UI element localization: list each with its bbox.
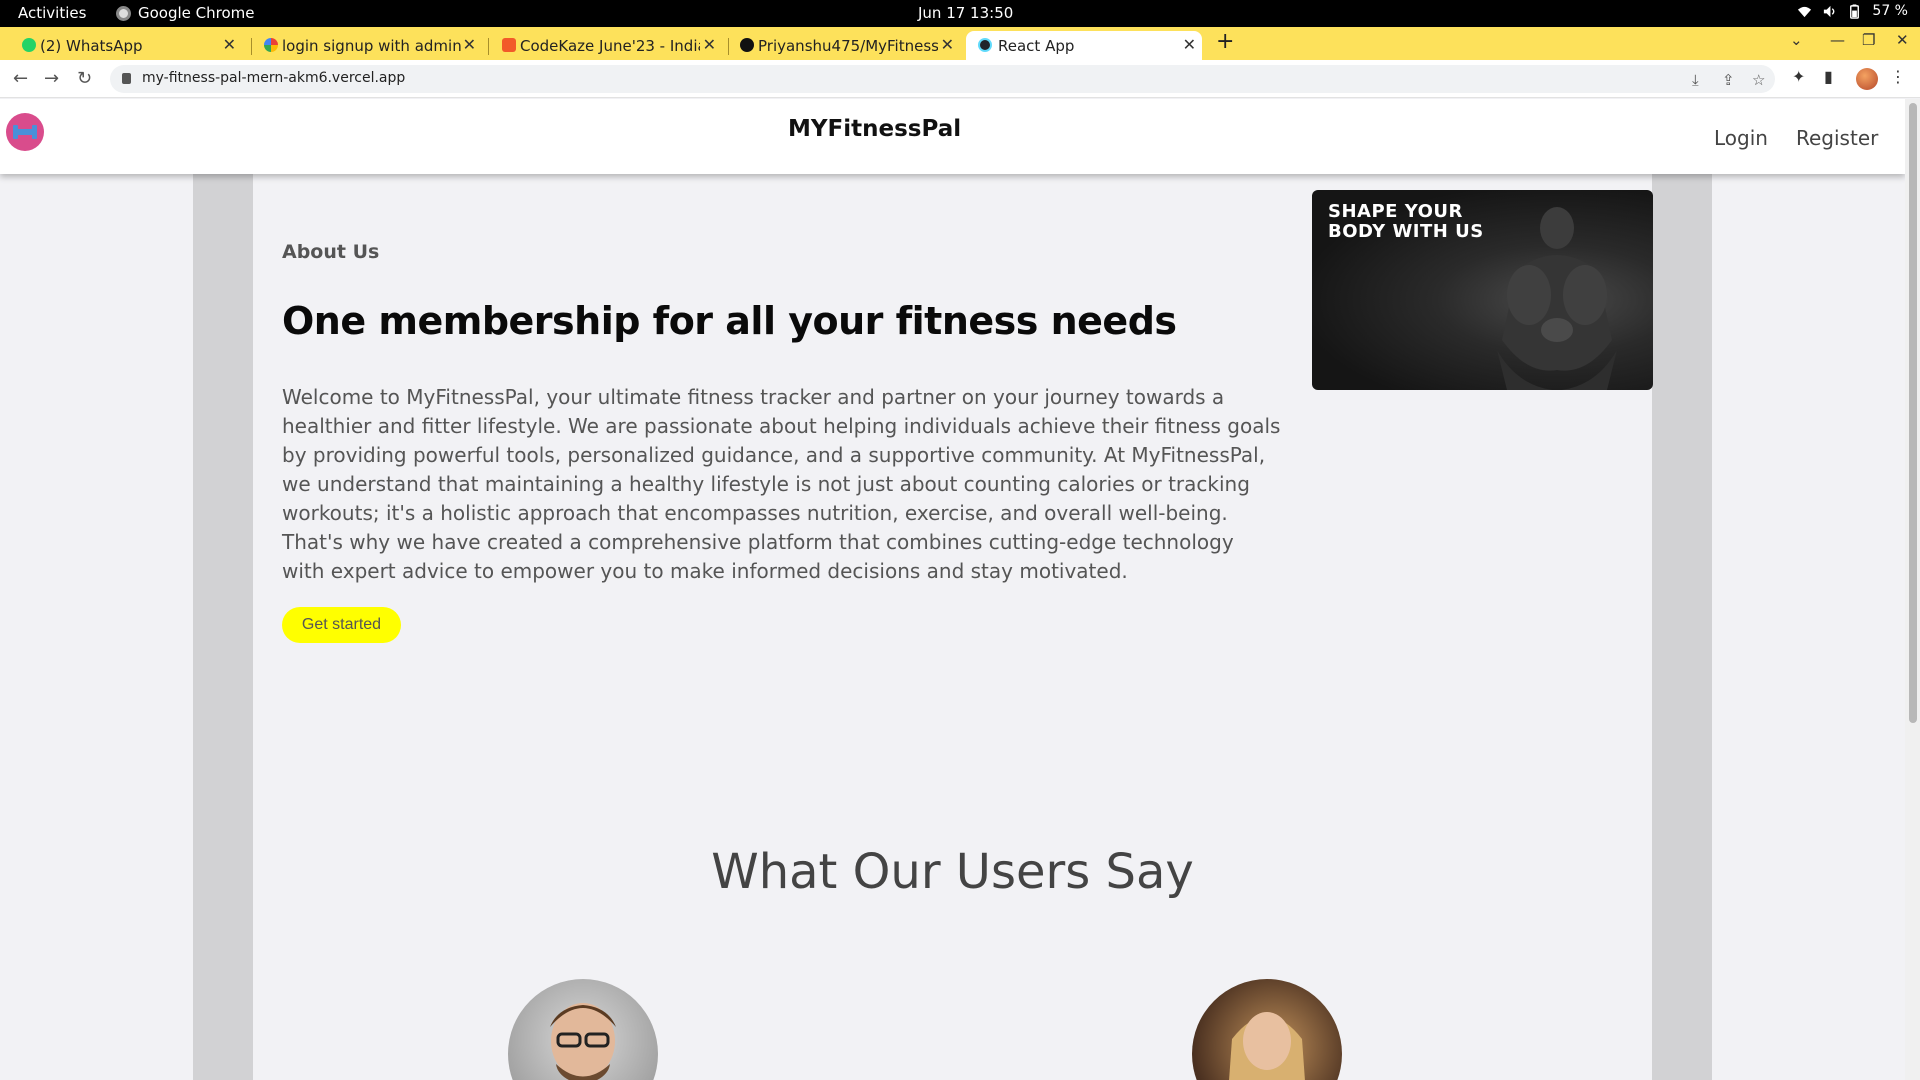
close-window-icon[interactable]: ✕ xyxy=(1896,31,1909,49)
profile-avatar[interactable] xyxy=(1856,68,1878,90)
tab-separator xyxy=(488,38,489,55)
volume-icon xyxy=(1824,5,1835,17)
tab-label: (2) WhatsApp xyxy=(40,36,143,55)
battery-icon xyxy=(1850,3,1860,19)
bodybuilder-figure xyxy=(1497,207,1617,390)
minimize-icon[interactable]: — xyxy=(1830,31,1845,49)
wifi-icon xyxy=(1798,6,1812,17)
site-brand[interactable]: MYFitnessPal xyxy=(788,116,961,142)
tab-react-app[interactable]: React App ✕ xyxy=(966,31,1202,60)
promo-line-1: SHAPE YOUR xyxy=(1328,201,1463,222)
close-tab-icon[interactable]: ✕ xyxy=(223,35,236,54)
chrome-icon xyxy=(116,5,131,21)
close-tab-icon[interactable]: ✕ xyxy=(703,35,716,54)
navbar-underlay xyxy=(253,141,1652,174)
app-name: Google Chrome xyxy=(138,4,255,22)
battery-percent: 57 % xyxy=(1872,3,1908,19)
about-label: About Us xyxy=(282,241,380,263)
install-icon[interactable]: ⤓ xyxy=(1692,71,1699,89)
close-tab-icon[interactable]: ✕ xyxy=(1183,35,1196,54)
back-icon[interactable]: ← xyxy=(13,68,28,89)
tab-login-signup[interactable]: login signup with admin p ✕ xyxy=(262,31,482,60)
tab-whatsapp[interactable]: (2) WhatsApp ✕ xyxy=(20,31,242,60)
lock-icon[interactable] xyxy=(122,73,131,84)
chrome-menu-icon[interactable]: ⋮ xyxy=(1890,67,1906,86)
os-top-bar: Activities Google Chrome Jun 17 13:50 57… xyxy=(0,0,1920,27)
github-icon xyxy=(740,38,754,52)
scrollbar-thumb[interactable] xyxy=(1909,103,1917,723)
about-paragraph: Welcome to MyFitnessPal, your ultimate f… xyxy=(282,385,1281,583)
tab-github[interactable]: Priyanshu475/MyFitnessP ✕ xyxy=(738,31,960,60)
side-panel-icon[interactable]: ▮ xyxy=(1824,67,1833,86)
restore-icon[interactable]: ❐ xyxy=(1862,31,1875,49)
toolbar: ← → ↻ my-fitness-pal-mern-akm6.vercel.ap… xyxy=(0,60,1920,98)
close-tab-icon[interactable]: ✕ xyxy=(463,35,476,54)
whatsapp-icon xyxy=(22,38,36,52)
codekaze-icon xyxy=(502,38,516,52)
page-scrollbar[interactable] xyxy=(1905,99,1920,1080)
promo-text: SHAPE YOUR BODY WITH US xyxy=(1328,202,1484,242)
react-icon xyxy=(978,38,992,52)
tab-label: login signup with admin p xyxy=(282,36,462,55)
tab-label: React App xyxy=(998,36,1075,55)
new-tab-button[interactable]: + xyxy=(1216,29,1234,54)
reload-icon[interactable]: ↻ xyxy=(77,68,92,89)
tab-label: Priyanshu475/MyFitnessP xyxy=(758,36,938,55)
site-logo[interactable] xyxy=(6,113,44,151)
tab-label: CodeKaze June'23 - India' xyxy=(520,36,700,55)
tab-separator xyxy=(251,38,252,55)
forward-icon[interactable]: → xyxy=(44,68,59,89)
tab-codekaze[interactable]: CodeKaze June'23 - India' ✕ xyxy=(500,31,722,60)
address-bar[interactable]: my-fitness-pal-mern-akm6.vercel.app ⤓ ⇪ … xyxy=(110,65,1775,93)
about-headline: One membership for all your fitness need… xyxy=(282,299,1177,343)
page-viewport: MYFitnessPal Login Register About Us One… xyxy=(0,99,1905,1080)
share-icon[interactable]: ⇪ xyxy=(1722,71,1735,89)
tab-strip: (2) WhatsApp ✕ login signup with admin p… xyxy=(0,27,1920,60)
clock[interactable]: Jun 17 13:50 xyxy=(918,4,1013,22)
activities-button[interactable]: Activities xyxy=(18,4,86,22)
nav-login-link[interactable]: Login xyxy=(1714,126,1768,150)
site-navbar: MYFitnessPal Login Register xyxy=(0,99,1905,174)
container-gutter-left xyxy=(193,99,253,1080)
google-icon xyxy=(264,38,278,52)
promo-image: SHAPE YOUR BODY WITH US xyxy=(1312,190,1653,390)
page-margin-left xyxy=(0,99,193,1080)
close-tab-icon[interactable]: ✕ xyxy=(941,35,954,54)
container-gutter-right xyxy=(1652,99,1712,1080)
app-menu[interactable]: Google Chrome xyxy=(116,4,255,22)
get-started-button[interactable]: Get started xyxy=(282,607,401,643)
system-tray[interactable]: 57 % xyxy=(1797,3,1908,19)
testimonials-title: What Our Users Say xyxy=(711,844,1194,900)
tab-separator xyxy=(728,38,729,55)
page-margin-right xyxy=(1712,99,1905,1080)
dumbbell-icon xyxy=(13,125,37,139)
bookmark-star-icon[interactable]: ☆ xyxy=(1752,71,1765,89)
nav-register-link[interactable]: Register xyxy=(1796,126,1878,150)
extensions-icon[interactable]: ✦ xyxy=(1792,67,1805,86)
promo-line-2: BODY WITH US xyxy=(1328,221,1484,242)
tab-search-icon[interactable]: ⌄ xyxy=(1790,31,1803,49)
url-text[interactable]: my-fitness-pal-mern-akm6.vercel.app xyxy=(142,70,405,86)
